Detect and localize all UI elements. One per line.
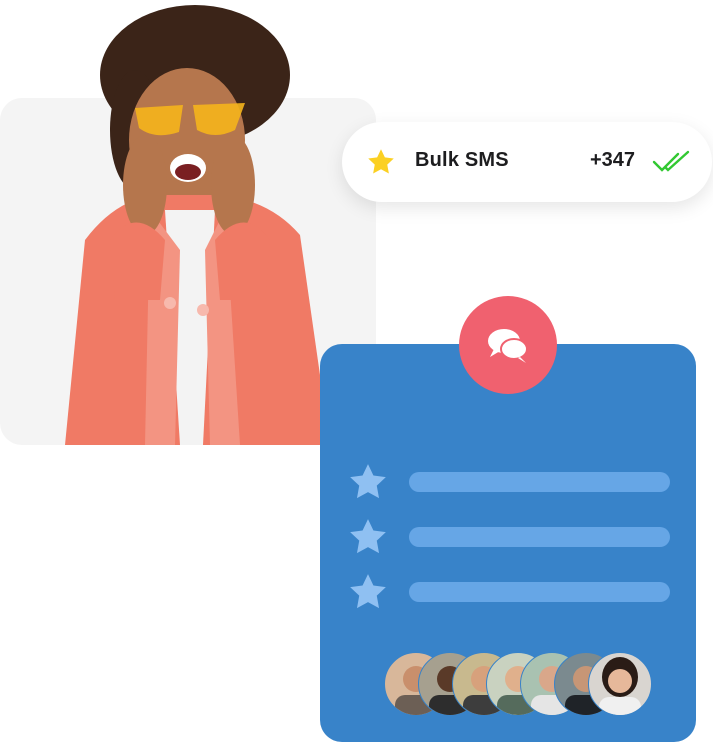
chat-bubbles-icon [488, 329, 528, 363]
star-icon [368, 149, 394, 174]
star-icon [350, 464, 386, 499]
review-bar [409, 472, 670, 492]
bulk-sms-label: Bulk SMS [415, 149, 509, 171]
bulk-sms-card: Bulk SMS +347 [342, 122, 712, 202]
avatar-group [384, 652, 652, 716]
star-icon [350, 574, 386, 609]
review-bar [409, 582, 670, 602]
woman-photo [65, 5, 330, 445]
double-check-icon [652, 150, 690, 172]
sms-count: +347 [590, 149, 636, 171]
star-icon [350, 519, 386, 554]
chat-badge [459, 296, 557, 394]
review-bar [409, 527, 670, 547]
avatar [588, 652, 652, 716]
